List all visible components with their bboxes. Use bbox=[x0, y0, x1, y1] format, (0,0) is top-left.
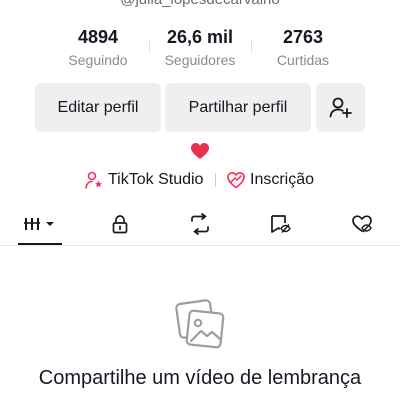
lock-icon bbox=[112, 215, 128, 234]
stat-followers-value: 26,6 mil bbox=[166, 27, 234, 47]
stat-followers[interactable]: 26,6 mil Seguidores bbox=[150, 26, 250, 70]
profile-stats: 4894 Seguindo 26,6 mil Seguidores 2763 C… bbox=[0, 26, 400, 74]
tiktok-studio-label: TikTok Studio bbox=[108, 171, 204, 188]
bookmark-hidden-icon bbox=[271, 215, 291, 233]
stat-divider bbox=[251, 40, 252, 54]
stat-likes-label: Curtidas bbox=[276, 52, 330, 68]
profile-actions: Editar perfil Partilhar perfil bbox=[0, 83, 400, 132]
active-tab-indicator bbox=[18, 243, 62, 245]
photo-album-icon bbox=[174, 298, 226, 350]
add-friend-button[interactable] bbox=[316, 83, 365, 132]
tab-liked[interactable] bbox=[342, 206, 382, 242]
tab-private[interactable] bbox=[100, 206, 140, 242]
profile-tabs bbox=[0, 206, 400, 246]
stat-following[interactable]: 4894 Seguindo bbox=[48, 26, 148, 70]
tab-reposts[interactable] bbox=[180, 206, 220, 242]
profile-screen: @julia_lopesdecarvalho 4894 Seguindo 26,… bbox=[0, 0, 400, 400]
stat-followers-label: Seguidores bbox=[164, 52, 236, 68]
edit-profile-button[interactable]: Editar perfil bbox=[35, 83, 161, 132]
stat-following-value: 4894 bbox=[77, 27, 119, 47]
empty-state-message: Compartilhe um vídeo de lembrança bbox=[38, 367, 362, 389]
subscription-label: Inscrição bbox=[250, 171, 315, 188]
profile-links: TikTok Studio Inscrição bbox=[0, 168, 400, 192]
profile-username: @julia_lopesdecarvalho bbox=[0, 0, 400, 8]
person-add-icon bbox=[329, 97, 352, 118]
studio-person-star-icon bbox=[85, 171, 102, 189]
subscription-link[interactable]: Inscrição bbox=[226, 168, 314, 192]
stat-following-label: Seguindo bbox=[68, 52, 128, 68]
tab-videos[interactable] bbox=[18, 206, 62, 242]
tab-favorites[interactable] bbox=[260, 206, 300, 242]
stat-likes-value: 2763 bbox=[282, 27, 324, 47]
heart-hidden-icon bbox=[352, 215, 372, 233]
stat-likes[interactable]: 2763 Curtidas bbox=[253, 26, 353, 70]
repost-icon bbox=[191, 213, 209, 235]
bio-heart-icon bbox=[189, 140, 211, 162]
share-profile-button[interactable]: Partilhar perfil bbox=[165, 83, 311, 132]
links-divider bbox=[215, 173, 216, 187]
tiktok-studio-link[interactable]: TikTok Studio bbox=[84, 168, 203, 192]
grid-icon bbox=[24, 218, 54, 230]
subscription-heart-icon bbox=[227, 171, 245, 189]
